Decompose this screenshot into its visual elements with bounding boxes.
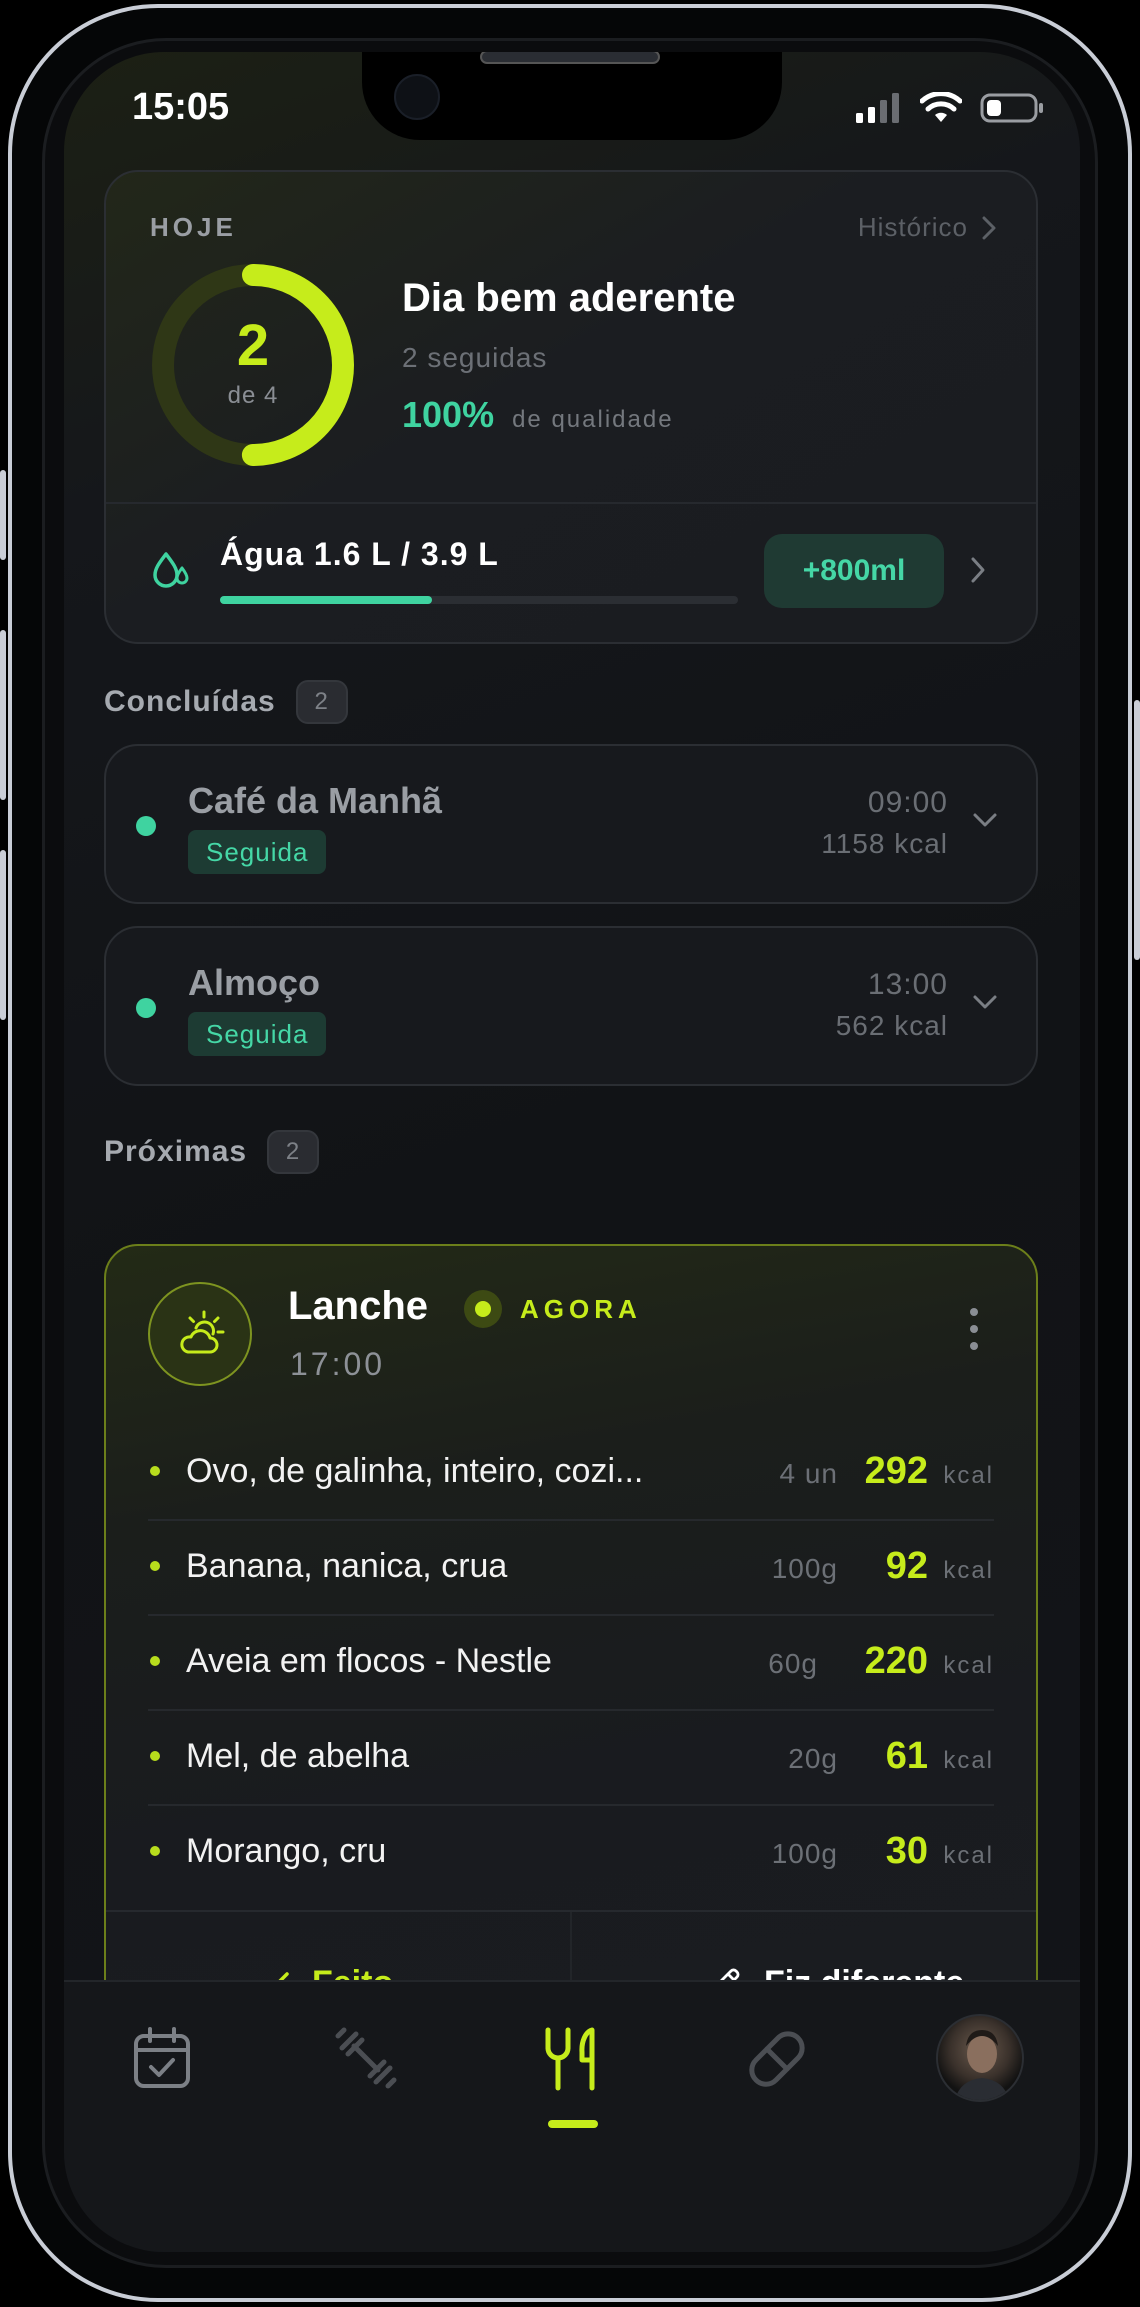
status-time: 15:05 bbox=[132, 86, 230, 128]
meals-done-count: 2 bbox=[236, 313, 270, 378]
calendar-icon[interactable] bbox=[132, 2026, 192, 2090]
food-kcal-unit: kcal bbox=[943, 1747, 994, 1774]
avatar[interactable] bbox=[936, 2014, 1024, 2102]
bullet bbox=[150, 1751, 160, 1761]
volume-down-button bbox=[0, 850, 6, 1020]
status-dot bbox=[136, 816, 156, 836]
food-kcal-unit: kcal bbox=[943, 1842, 994, 1869]
food-item[interactable]: Banana, nanica, crua 100g 92 kcal bbox=[148, 1521, 994, 1616]
food-name: Ovo, de galinha, inteiro, cozi... bbox=[186, 1452, 644, 1490]
food-kcal: 92 bbox=[885, 1545, 928, 1587]
now-indicator: AGORA bbox=[464, 1290, 642, 1328]
status-dot bbox=[136, 998, 156, 1018]
food-item[interactable]: Aveia em flocos - Nestle 60g 220 kcal bbox=[148, 1616, 994, 1711]
meal-kcal: 562 kcal bbox=[835, 1010, 948, 1041]
food-item[interactable]: Mel, de abelha 20g 61 kcal bbox=[148, 1711, 994, 1806]
food-name: Mel, de abelha bbox=[186, 1737, 410, 1775]
pill-icon[interactable] bbox=[744, 2026, 810, 2092]
front-camera bbox=[394, 74, 440, 120]
chevron-down-icon[interactable] bbox=[972, 994, 998, 1010]
volume-up-button bbox=[0, 630, 6, 800]
bullet bbox=[150, 1466, 160, 1476]
streak-text: 2 seguidas bbox=[402, 342, 548, 373]
more-options-icon[interactable] bbox=[970, 1308, 978, 1350]
upcoming-section-header: Próximas 2 bbox=[104, 1130, 320, 1174]
completed-section-header: Concluídas 2 bbox=[104, 680, 348, 724]
meal-status-badge: Seguida bbox=[188, 1012, 327, 1056]
earpiece-speaker bbox=[480, 52, 660, 64]
meal-name: Lanche bbox=[288, 1284, 429, 1328]
food-quantity: 60g bbox=[768, 1648, 818, 1679]
water-drops-icon bbox=[153, 552, 189, 588]
water-progress-bar bbox=[220, 596, 738, 604]
completed-count-badge: 2 bbox=[295, 680, 348, 724]
food-item[interactable]: Morango, cru 100g 30 kcal bbox=[148, 1806, 994, 1901]
today-summary-card: HOJE Histórico 2 de 4 Dia bem aderente 2… bbox=[104, 170, 1038, 644]
food-quantity: 4 un bbox=[779, 1458, 838, 1489]
meal-kcal: 1158 kcal bbox=[821, 828, 948, 859]
app-screen: 15:05 HOJE Histórico 2 de 4 Dia bem ader… bbox=[64, 52, 1080, 2252]
status-icons bbox=[856, 92, 1044, 124]
food-kcal: 292 bbox=[864, 1450, 928, 1492]
food-kcal-unit: kcal bbox=[943, 1557, 994, 1584]
meal-time: 17:00 bbox=[290, 1346, 386, 1382]
now-label: AGORA bbox=[520, 1293, 642, 1324]
battery-icon bbox=[980, 93, 1043, 123]
meal-time: 13:00 bbox=[867, 968, 948, 1001]
bullet bbox=[150, 1846, 160, 1856]
signal-icon bbox=[856, 93, 899, 123]
day-status-title: Dia bem aderente bbox=[402, 276, 736, 320]
food-quantity: 100g bbox=[771, 1838, 838, 1869]
food-quantity: 20g bbox=[788, 1743, 838, 1774]
chevron-down-icon[interactable] bbox=[972, 812, 998, 828]
food-kcal: 30 bbox=[885, 1830, 928, 1872]
meal-card-breakfast[interactable]: Café da Manhã Seguida 09:00 1158 kcal bbox=[104, 744, 1038, 904]
fork-knife-icon[interactable] bbox=[542, 2026, 604, 2092]
food-quantity: 100g bbox=[771, 1553, 838, 1584]
quality-row: 100% de qualidade bbox=[402, 394, 674, 436]
chevron-right-icon[interactable] bbox=[970, 556, 986, 584]
add-water-button[interactable]: +800ml bbox=[764, 534, 944, 608]
water-intake-label: Água 1.6 L / 3.9 L bbox=[220, 536, 499, 572]
food-name: Aveia em flocos - Nestle bbox=[186, 1642, 552, 1680]
dumbbell-icon[interactable] bbox=[334, 2026, 398, 2090]
quality-value: 100% bbox=[402, 394, 495, 435]
partly-cloudy-icon bbox=[148, 1282, 252, 1386]
meal-card-snack: Lanche AGORA 17:00 Ovo, de galinha, inte… bbox=[104, 1244, 1038, 2112]
now-dot bbox=[464, 1290, 502, 1328]
food-kcal-unit: kcal bbox=[943, 1462, 994, 1489]
meal-status-badge: Seguida bbox=[188, 830, 327, 874]
bullet bbox=[150, 1656, 160, 1666]
food-kcal-unit: kcal bbox=[943, 1652, 994, 1679]
meal-time: 09:00 bbox=[867, 786, 948, 819]
history-link-label: Histórico bbox=[857, 212, 968, 242]
meal-name: Café da Manhã bbox=[188, 780, 443, 821]
bottom-tab-bar bbox=[64, 1980, 1080, 2252]
divider bbox=[106, 502, 1036, 504]
food-list: Ovo, de galinha, inteiro, cozi... 4 un 2… bbox=[148, 1426, 994, 1901]
food-kcal: 220 bbox=[864, 1640, 928, 1682]
power-button bbox=[1134, 700, 1140, 960]
completed-section-title: Concluídas bbox=[104, 685, 276, 718]
meals-total-label: de 4 bbox=[227, 382, 279, 409]
food-name: Morango, cru bbox=[186, 1832, 387, 1870]
food-item[interactable]: Ovo, de galinha, inteiro, cozi... 4 un 2… bbox=[148, 1426, 994, 1521]
upcoming-count-badge: 2 bbox=[267, 1130, 320, 1174]
wifi-icon bbox=[920, 92, 962, 122]
chevron-right-icon bbox=[982, 216, 996, 239]
food-kcal: 61 bbox=[885, 1735, 928, 1777]
food-name: Banana, nanica, crua bbox=[186, 1547, 508, 1585]
today-label: HOJE bbox=[150, 212, 237, 242]
bullet bbox=[150, 1561, 160, 1571]
meal-card-lunch[interactable]: Almoço Seguida 13:00 562 kcal bbox=[104, 926, 1038, 1086]
water-progress-fill bbox=[220, 596, 433, 604]
mute-switch bbox=[0, 470, 6, 560]
active-tab-indicator bbox=[548, 2120, 598, 2128]
upcoming-section-title: Próximas bbox=[104, 1135, 248, 1168]
meal-name: Almoço bbox=[188, 962, 321, 1003]
quality-label: de qualidade bbox=[512, 406, 674, 433]
history-link[interactable]: Histórico bbox=[858, 212, 996, 243]
